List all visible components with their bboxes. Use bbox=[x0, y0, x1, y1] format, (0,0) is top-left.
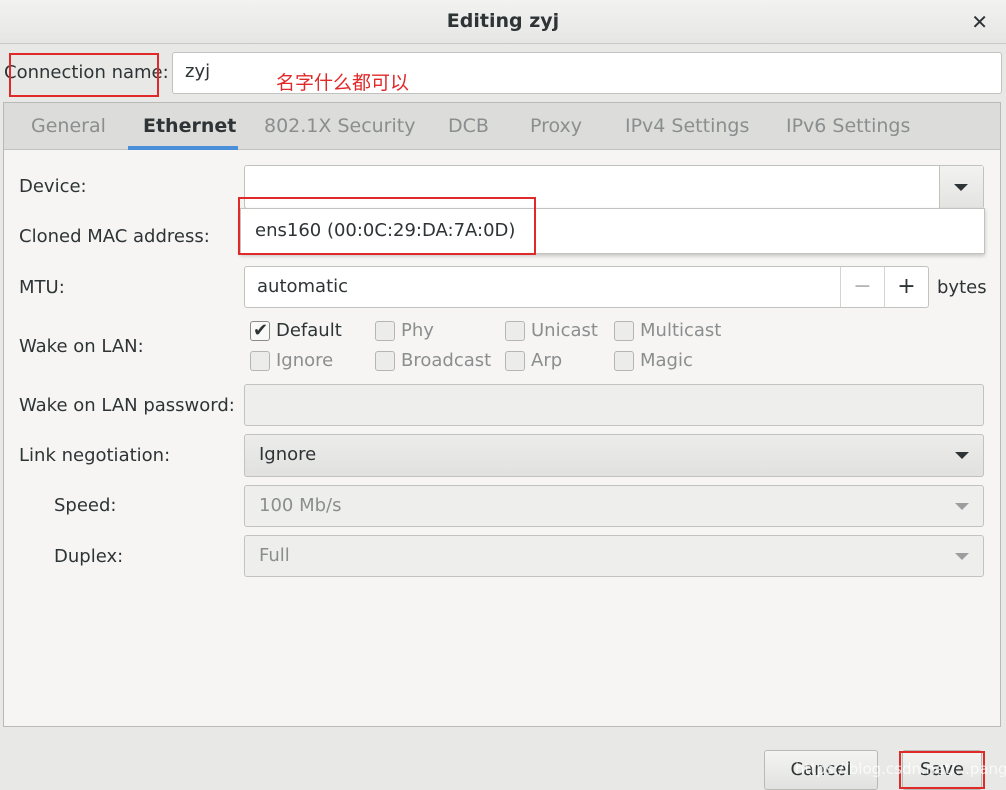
wol-arp-label: Arp bbox=[531, 350, 563, 371]
tab-ipv6-settings[interactable]: IPv6 Settings bbox=[786, 115, 910, 137]
wol-default-checkbox[interactable]: Default bbox=[250, 320, 342, 341]
cloned-mac-label: Cloned MAC address: bbox=[19, 226, 210, 247]
tab-ethernet[interactable]: Ethernet bbox=[143, 115, 236, 137]
wol-multicast-label: Multicast bbox=[640, 320, 722, 341]
tab-general[interactable]: General bbox=[31, 115, 106, 137]
link-negotiation-value: Ignore bbox=[259, 444, 317, 465]
title-bar: Editing zyj ✕ bbox=[0, 0, 1006, 44]
wol-broadcast-label: Broadcast bbox=[401, 350, 492, 371]
duplex-select[interactable]: Full bbox=[244, 535, 984, 577]
checkbox-box bbox=[375, 320, 395, 341]
wol-default-label: Default bbox=[276, 320, 342, 341]
link-negotiation-label: Link negotiation: bbox=[19, 445, 171, 466]
wol-password-label: Wake on LAN password: bbox=[19, 395, 235, 416]
wol-unicast-label: Unicast bbox=[531, 320, 598, 341]
connection-name-label: Connection name: bbox=[4, 62, 169, 83]
active-tab-indicator bbox=[128, 146, 238, 150]
wol-broadcast-checkbox[interactable]: Broadcast bbox=[375, 350, 491, 371]
wol-magic-checkbox[interactable]: Magic bbox=[614, 350, 693, 371]
tab-dcb[interactable]: DCB bbox=[448, 115, 489, 137]
checkbox-box bbox=[505, 320, 525, 341]
wol-multicast-checkbox[interactable]: Multicast bbox=[614, 320, 721, 341]
speed-label: Speed: bbox=[54, 495, 117, 516]
speed-select[interactable]: 100 Mb/s bbox=[244, 485, 984, 527]
checkbox-box bbox=[614, 350, 634, 371]
checkbox-box bbox=[250, 350, 270, 371]
duplex-label: Duplex: bbox=[54, 546, 124, 567]
mtu-decrease-button[interactable]: − bbox=[840, 267, 884, 307]
chevron-down-icon bbox=[954, 184, 968, 191]
annotation-note: 名字什么都可以 bbox=[276, 72, 410, 94]
checkbox-box bbox=[250, 320, 270, 341]
mtu-label: MTU: bbox=[19, 277, 65, 298]
wol-unicast-checkbox[interactable]: Unicast bbox=[505, 320, 598, 341]
mtu-unit: bytes bbox=[937, 277, 987, 298]
checkbox-box bbox=[375, 350, 395, 371]
tab-ipv4-settings[interactable]: IPv4 Settings bbox=[625, 115, 749, 137]
mtu-increase-button[interactable]: + bbox=[884, 267, 928, 307]
chevron-down-icon bbox=[955, 452, 969, 459]
wol-magic-label: Magic bbox=[640, 350, 693, 371]
wol-phy-checkbox[interactable]: Phy bbox=[375, 320, 434, 341]
duplex-value: Full bbox=[259, 545, 290, 566]
device-combo[interactable] bbox=[244, 165, 984, 209]
cancel-button[interactable]: Cancel bbox=[764, 750, 878, 790]
wol-arp-checkbox[interactable]: Arp bbox=[505, 350, 562, 371]
close-icon[interactable]: ✕ bbox=[971, 10, 988, 34]
wol-ignore-label: Ignore bbox=[276, 350, 334, 371]
chevron-down-icon bbox=[955, 553, 969, 560]
link-negotiation-select[interactable]: Ignore bbox=[244, 434, 984, 477]
mtu-spin: automatic − + bbox=[244, 266, 929, 308]
wol-ignore-checkbox[interactable]: Ignore bbox=[250, 350, 333, 371]
wol-password-input[interactable] bbox=[244, 384, 984, 426]
tab-8021x-security[interactable]: 802.1X Security bbox=[264, 115, 415, 137]
device-option[interactable]: ens160 (00:0C:29:DA:7A:0D) bbox=[240, 208, 985, 254]
device-dropdown-button[interactable] bbox=[939, 166, 983, 208]
wol-phy-label: Phy bbox=[401, 320, 434, 341]
device-label: Device: bbox=[19, 176, 87, 197]
wol-label: Wake on LAN: bbox=[19, 336, 144, 357]
speed-value: 100 Mb/s bbox=[259, 495, 342, 516]
checkbox-box bbox=[614, 320, 634, 341]
tab-proxy[interactable]: Proxy bbox=[530, 115, 582, 137]
save-button[interactable]: Save bbox=[902, 750, 982, 790]
checkbox-box bbox=[505, 350, 525, 371]
chevron-down-icon bbox=[955, 503, 969, 510]
window-title: Editing zyj bbox=[446, 10, 560, 32]
tab-bar: General Ethernet 802.1X Security DCB Pro… bbox=[4, 103, 1000, 150]
mtu-input[interactable]: automatic bbox=[257, 276, 348, 297]
